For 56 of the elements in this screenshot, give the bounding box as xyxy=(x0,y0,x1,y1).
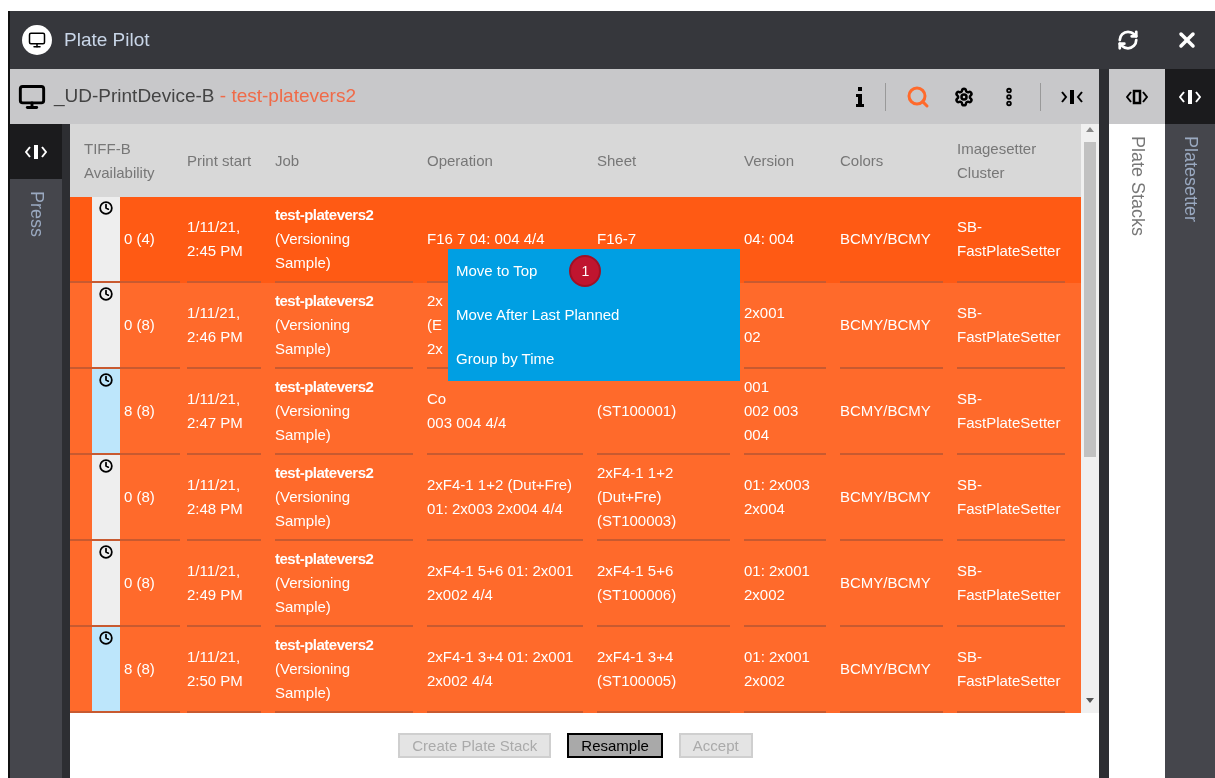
table-cell-text: 01: 2x001 2x002 xyxy=(744,561,811,605)
job-note: (Versioning Sample) xyxy=(275,573,352,617)
table-cell-text: 01: 2x003 2x004 xyxy=(744,475,811,519)
table-cell-text: 2xF4-1 5+6 (ST100006) xyxy=(597,561,678,605)
window-title: Plate Pilot xyxy=(64,27,150,52)
table-cell-text: SB-FastPlateSetter xyxy=(957,647,1062,691)
table-cell-text: Co 003 004 4/4 xyxy=(427,389,507,433)
table-cell-text: SB-FastPlateSetter xyxy=(957,389,1062,433)
job-name: test-platevers2 xyxy=(275,635,375,655)
table-cell-text: 8 (8) xyxy=(124,658,155,679)
job-note: (Versioning Sample) xyxy=(275,315,352,359)
table-cell-text: 1/11/21, 2:45 PM xyxy=(187,217,244,261)
table-cell-text: 1/11/21, 2:49 PM xyxy=(187,561,244,605)
table-cell-text: 0 (8) xyxy=(124,314,155,335)
table-cell-text: BCMY/BCMY xyxy=(840,487,931,507)
table-cell-text: SB-FastPlateSetter xyxy=(957,475,1062,519)
table-cell-text: F16 7 04: 004 4/4 xyxy=(427,229,545,249)
job-name: test-platevers2 xyxy=(275,463,375,483)
table-cell-text: BCMY/BCMY xyxy=(840,573,931,593)
job-name: test-platevers2 xyxy=(275,377,375,397)
table-cell-text: F16-7 xyxy=(597,229,637,249)
table-cell-text: 0 (4) xyxy=(124,228,155,249)
table-cell-text: BCMY/BCMY xyxy=(840,229,931,249)
table-cell-text: 0 (8) xyxy=(124,486,155,507)
table-cell-text: SB-FastPlateSetter xyxy=(957,303,1062,347)
toolbar-title: _UD-PrintDevice-B - test-platevers2 xyxy=(54,84,356,109)
table-cell-text: 2xF4-1 3+4 01: 2x001 2x002 4/4 xyxy=(427,647,575,691)
table-cell-text: (ST100001) xyxy=(597,401,677,421)
job-name: test-platevers2 xyxy=(275,549,375,569)
table-cell-text: 2xF4-1 1+2 (Dut+Fre) 01: 2x003 2x004 4/4 xyxy=(427,475,574,519)
job-note: (Versioning Sample) xyxy=(275,401,352,445)
table-cell-text: 1/11/21, 2:47 PM xyxy=(187,389,244,433)
job-note: (Versioning Sample) xyxy=(275,659,352,703)
table-cell-text: BCMY/BCMY xyxy=(840,401,931,421)
job-note: (Versioning Sample) xyxy=(275,229,352,273)
table-cell-text: SB-FastPlateSetter xyxy=(957,217,1062,261)
table-cell-text: BCMY/BCMY xyxy=(840,659,931,679)
table-cell-text: 1/11/21, 2:46 PM xyxy=(187,303,244,347)
table-cell-text: 1/11/21, 2:48 PM xyxy=(187,475,244,519)
table-cell-text: 2x (E 2x xyxy=(427,291,443,359)
job-name: test-platevers2 xyxy=(275,205,375,225)
table-cell-text: 1/11/21, 2:50 PM xyxy=(187,647,244,691)
table-cell-text: 04: 004 xyxy=(744,229,795,249)
table-cell-text: 2x001 02 xyxy=(744,303,785,347)
step-badge: 1 xyxy=(569,255,602,287)
job-note: (Versioning Sample) xyxy=(275,487,352,531)
table-cell-text: BCMY/BCMY xyxy=(840,315,931,335)
job-name: test-platevers2 xyxy=(275,291,375,311)
table-cell-text: 2xF4-1 1+2 (Dut+Fre) (ST100003) xyxy=(597,463,678,531)
table-cell-text: SB-FastPlateSetter xyxy=(957,561,1062,605)
table-cell-text: 2xF4-1 5+6 01: 2x001 2x002 4/4 xyxy=(427,561,575,605)
table-cell-text: 0 (8) xyxy=(124,572,155,593)
table-cell-text: 001 002 003 004 xyxy=(744,377,799,445)
table-cell-text: 8 (8) xyxy=(124,400,155,421)
table-cell-text: 01: 2x001 2x002 xyxy=(744,647,811,691)
table-cell-text: 2xF4-1 3+4 (ST100005) xyxy=(597,647,678,691)
